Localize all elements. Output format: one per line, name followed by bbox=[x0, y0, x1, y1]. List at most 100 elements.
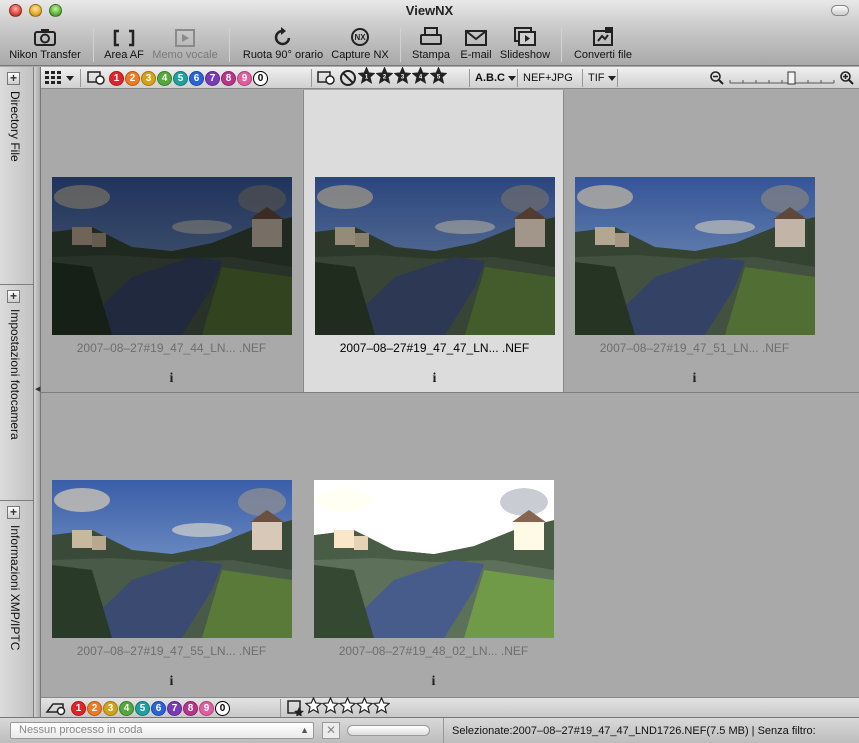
label-filter-icon[interactable] bbox=[87, 70, 107, 86]
slideshow-button[interactable]: Slideshow bbox=[498, 22, 552, 66]
apply-label-8[interactable]: 8 bbox=[183, 700, 198, 716]
dropdown-arrow-icon bbox=[66, 75, 74, 81]
info-icon[interactable]: i bbox=[303, 674, 564, 690]
apply-label-3[interactable]: 3 bbox=[103, 700, 118, 716]
sidebar-tab-directory[interactable]: + Directory File bbox=[0, 67, 34, 285]
main-toolbar: Nikon Transfer Area AF Memo vocale Ruota… bbox=[0, 22, 859, 66]
rating-filter-icon[interactable] bbox=[317, 70, 337, 86]
email-button[interactable]: E-mail bbox=[455, 22, 497, 66]
apply-label-5[interactable]: 5 bbox=[135, 700, 150, 716]
apply-label-6[interactable]: 6 bbox=[151, 700, 166, 716]
filter-separator bbox=[80, 69, 81, 87]
apply-label-1[interactable]: 1 bbox=[71, 700, 86, 716]
apply-label-7[interactable]: 7 bbox=[167, 700, 182, 716]
nikon-transfer-button[interactable]: Nikon Transfer bbox=[4, 22, 86, 66]
dropdown-arrow-icon bbox=[607, 75, 616, 81]
minimize-window-button[interactable] bbox=[29, 4, 42, 17]
star-filter-2-icon[interactable]: 2 bbox=[375, 66, 394, 89]
apply-rating-group bbox=[287, 696, 391, 719]
cancel-process-button[interactable]: ✕ bbox=[322, 722, 340, 739]
thumbnail-cell[interactable]: 2007–08–27#19_47_51_LN... .NEF i bbox=[564, 90, 825, 392]
apply-label-group: 1234567890 bbox=[45, 699, 231, 717]
af-area-button[interactable]: Area AF bbox=[100, 22, 148, 66]
label-rating-bar: 1234567890 bbox=[41, 696, 859, 719]
filter-label-9[interactable]: 9 bbox=[237, 70, 252, 86]
rating-star-2-icon[interactable] bbox=[321, 696, 340, 719]
filetype-nef-jpg-button[interactable]: NEF+JPG bbox=[523, 69, 573, 87]
rating-star-3-icon[interactable] bbox=[338, 696, 357, 719]
star-filter-5-icon[interactable]: 5 bbox=[429, 66, 448, 89]
view-mode-button[interactable] bbox=[45, 69, 74, 87]
thumbnail-cell[interactable]: 2007–08–27#19_47_44_LN... .NEF i bbox=[41, 90, 302, 392]
filter-label-3[interactable]: 3 bbox=[141, 70, 156, 86]
print-button[interactable]: Stampa bbox=[408, 22, 454, 66]
slideshow-label: Slideshow bbox=[499, 49, 551, 61]
info-icon[interactable]: i bbox=[304, 371, 565, 387]
close-window-button[interactable] bbox=[9, 4, 22, 17]
no-rating-icon[interactable] bbox=[339, 69, 357, 87]
window-controls bbox=[9, 4, 62, 17]
zoom-in-icon[interactable] bbox=[839, 70, 855, 86]
star-filter-1-icon[interactable]: 1 bbox=[357, 66, 376, 89]
thumbnail-cell[interactable]: 2007–08–27#19_48_02_LN... .NEF i bbox=[303, 393, 564, 695]
star-filter-4-icon[interactable]: 4 bbox=[411, 66, 430, 89]
zoom-window-button[interactable] bbox=[49, 4, 62, 17]
star-filter-3-icon[interactable]: 3 bbox=[393, 66, 412, 89]
rating-star-5-icon[interactable] bbox=[372, 696, 391, 719]
expand-icon[interactable]: + bbox=[7, 290, 20, 303]
sidebar-splitter[interactable]: ◀ bbox=[34, 67, 41, 717]
rating-star-1-icon[interactable] bbox=[304, 696, 323, 719]
thumbnail-cell[interactable]: 2007–08–27#19_47_47_LN... .NEF i bbox=[303, 90, 564, 392]
sidebar-tab-camera-settings[interactable]: + Impostazioni fotocamera bbox=[0, 285, 34, 501]
sidebar-tab-xmp-iptc[interactable]: + Informazioni XMP/IPTC bbox=[0, 501, 34, 717]
filter-separator bbox=[280, 699, 281, 717]
thumbnail-cell[interactable]: 2007–08–27#19_47_55_LN... .NEF i bbox=[41, 393, 302, 695]
apply-label-2[interactable]: 2 bbox=[87, 700, 102, 716]
zoom-slider[interactable] bbox=[728, 70, 836, 86]
filter-label-2[interactable]: 2 bbox=[125, 70, 140, 86]
filter-label-8[interactable]: 8 bbox=[221, 70, 236, 86]
filter-label-1[interactable]: 1 bbox=[109, 70, 124, 86]
photo-thumbnail[interactable] bbox=[52, 177, 292, 335]
capture-nx-button[interactable]: NX Capture NX bbox=[328, 22, 392, 66]
filter-separator bbox=[617, 69, 618, 87]
sort-button[interactable]: A.B.C bbox=[475, 69, 516, 87]
filter-label-4[interactable]: 4 bbox=[157, 70, 172, 86]
process-queue-select[interactable]: Nessun processo in coda ▲ bbox=[10, 722, 314, 739]
info-icon[interactable]: i bbox=[41, 674, 302, 690]
expand-icon[interactable]: + bbox=[7, 72, 20, 85]
selection-info: Selezionate:2007–08–27#19_47_47_LND1726.… bbox=[443, 718, 816, 743]
filter-separator bbox=[469, 69, 470, 87]
rotate-cw-label: Ruota 90° orario bbox=[242, 49, 324, 61]
photo-thumbnail[interactable] bbox=[575, 177, 815, 335]
slideshow-icon bbox=[514, 27, 536, 46]
filter-label-0[interactable]: 0 bbox=[253, 70, 268, 86]
toolbar-separator bbox=[561, 28, 562, 62]
zoom-out-icon[interactable] bbox=[709, 70, 725, 86]
filter-separator bbox=[517, 69, 518, 87]
filter-label-7[interactable]: 7 bbox=[205, 70, 220, 86]
voice-memo-label: Memo vocale bbox=[152, 49, 218, 61]
filter-label-5[interactable]: 5 bbox=[173, 70, 188, 86]
rating-star-4-icon[interactable] bbox=[355, 696, 374, 719]
label-filter: 1234567890 bbox=[87, 69, 269, 87]
voice-memo-button[interactable]: Memo vocale bbox=[150, 22, 220, 66]
expand-icon[interactable]: + bbox=[7, 506, 20, 519]
convert-file-button[interactable]: Converti file bbox=[568, 22, 638, 66]
info-icon[interactable]: i bbox=[41, 371, 302, 387]
info-icon[interactable]: i bbox=[564, 371, 825, 387]
filetype-tif-button[interactable]: TIF bbox=[588, 69, 616, 87]
label-tag-icon bbox=[45, 703, 66, 716]
window-title: ViewNX bbox=[405, 3, 454, 18]
apply-label-4[interactable]: 4 bbox=[119, 700, 134, 716]
toolbar-toggle-button[interactable] bbox=[831, 5, 849, 16]
photo-thumbnail[interactable] bbox=[315, 177, 555, 335]
photo-thumbnail[interactable] bbox=[52, 480, 292, 638]
apply-label-0[interactable]: 0 bbox=[215, 700, 230, 716]
photo-thumbnail[interactable] bbox=[314, 480, 554, 638]
af-area-icon bbox=[113, 29, 135, 47]
filter-label-6[interactable]: 6 bbox=[189, 70, 204, 86]
rotate-cw-button[interactable]: Ruota 90° orario bbox=[238, 22, 328, 66]
af-area-label: Area AF bbox=[104, 49, 144, 61]
apply-label-9[interactable]: 9 bbox=[199, 700, 214, 716]
